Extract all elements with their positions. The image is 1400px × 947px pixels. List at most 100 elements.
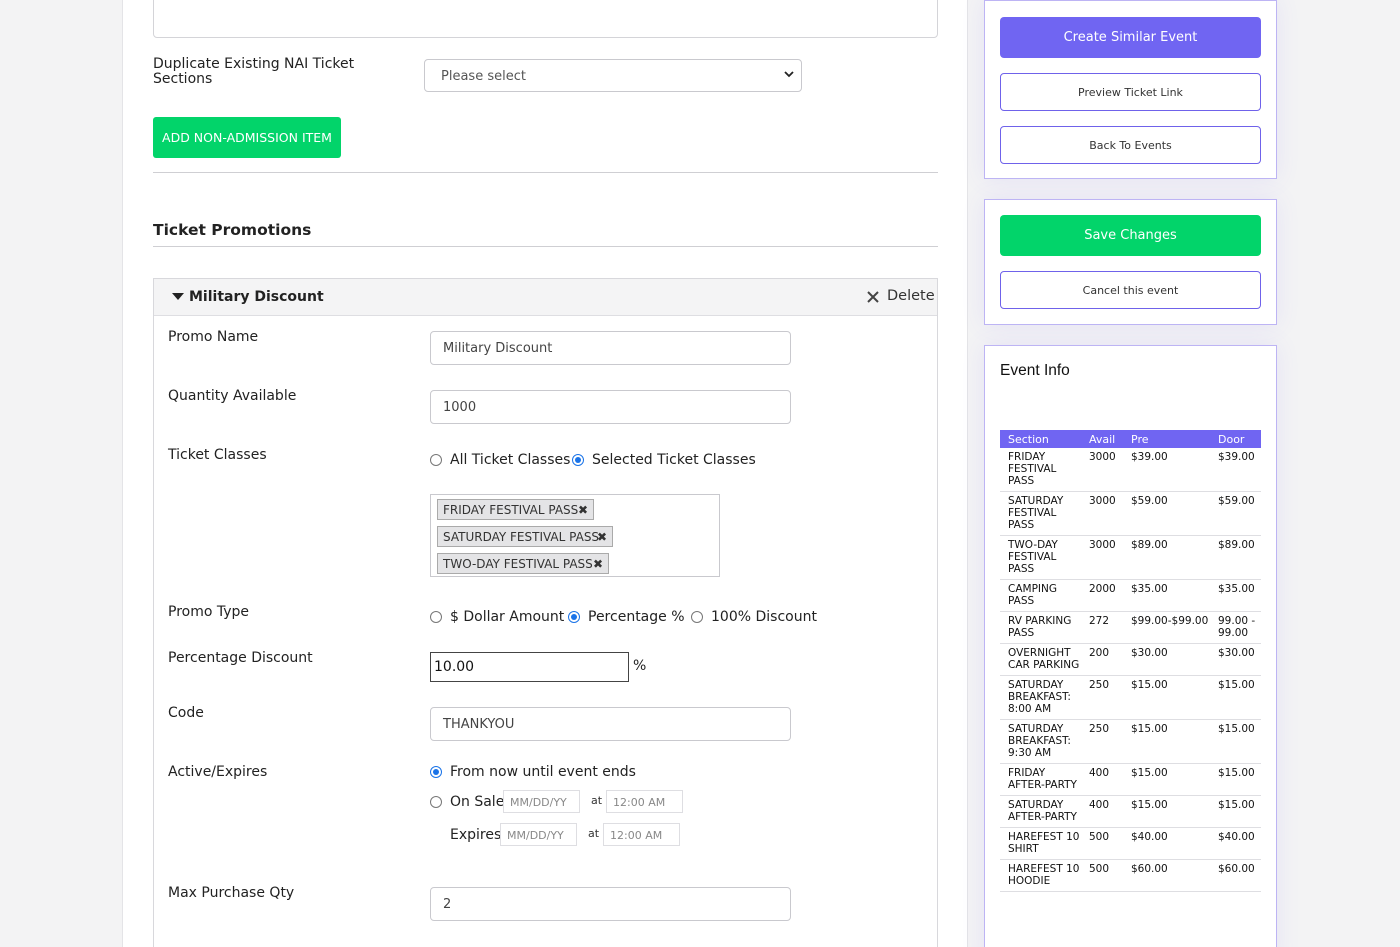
- table-cell: 272: [1081, 611, 1123, 644]
- radio-label-percentage: Percentage %: [588, 609, 685, 625]
- table-cell: SATURDAY AFTER-PARTY: [1000, 795, 1081, 828]
- table-cell: $59.00: [1123, 491, 1210, 536]
- table-cell: 2000: [1081, 579, 1123, 612]
- create-similar-event-button[interactable]: Create Similar Event: [1000, 17, 1261, 58]
- delete-promo-button[interactable]: Delete: [887, 288, 935, 304]
- table-cell: $15.00: [1123, 675, 1210, 720]
- remove-tag-icon[interactable]: ✖: [593, 557, 603, 571]
- table-cell: 500: [1081, 827, 1123, 860]
- event-actions-card: Create Similar Event Preview Ticket Link…: [984, 0, 1277, 179]
- chevron-down-icon: [784, 71, 794, 78]
- code-label: Code: [168, 705, 204, 721]
- at-label: at: [591, 794, 603, 807]
- table-row: FRIDAY FESTIVAL PASS 3000 $39.00 $39.00: [1000, 448, 1261, 492]
- percent-sign: %: [633, 658, 647, 674]
- preview-ticket-link-button[interactable]: Preview Ticket Link: [1000, 73, 1261, 111]
- quantity-input[interactable]: 1000: [430, 390, 791, 424]
- event-info-card: Event Info Section Avail Pre Door FRIDAY…: [984, 345, 1277, 947]
- on-sale-time-input[interactable]: 12:00 AM: [606, 790, 683, 813]
- add-non-admission-item-button[interactable]: ADD NON-ADMISSION ITEM: [153, 117, 341, 158]
- table-cell: $15.00: [1210, 763, 1261, 796]
- back-to-events-button[interactable]: Back To Events: [1000, 126, 1261, 164]
- table-cell: TWO-DAY FESTIVAL PASS: [1000, 535, 1081, 580]
- table-cell: $40.00: [1210, 827, 1261, 860]
- table-cell: 3000: [1081, 535, 1123, 580]
- table-cell: $35.00: [1210, 579, 1261, 612]
- table-cell: FRIDAY AFTER-PARTY: [1000, 763, 1081, 796]
- table-cell: 250: [1081, 675, 1123, 720]
- code-input[interactable]: THANKYOU: [430, 707, 791, 741]
- table-cell: $59.00: [1210, 491, 1261, 536]
- active-expires-label: Active/Expires: [168, 764, 268, 780]
- table-cell: $89.00: [1123, 535, 1210, 580]
- table-cell: SATURDAY BREAKFAST: 8:00 AM: [1000, 675, 1081, 720]
- on-sale-date-input[interactable]: MM/DD/YY: [503, 790, 580, 813]
- table-cell: $15.00: [1210, 675, 1261, 720]
- divider: [153, 246, 938, 247]
- promo-title: Military Discount: [189, 289, 324, 305]
- column-header: Avail: [1081, 430, 1123, 448]
- quantity-label: Quantity Available: [168, 388, 297, 404]
- ticket-class-multiselect[interactable]: FRIDAY FESTIVAL PASS ✖ SATURDAY FESTIVAL …: [430, 494, 720, 577]
- table-cell: $35.00: [1123, 579, 1210, 612]
- select-value: Please select: [441, 69, 526, 84]
- radio-dollar-amount[interactable]: [430, 611, 442, 623]
- table-row: OVERNIGHT CAR PARKING 200 $30.00 $30.00: [1000, 643, 1261, 676]
- radio-label-dollar-amount: $ Dollar Amount: [450, 609, 565, 625]
- table-row: SATURDAY AFTER-PARTY 400 $15.00 $15.00: [1000, 795, 1261, 828]
- table-cell: 400: [1081, 795, 1123, 828]
- table-cell: $39.00: [1123, 448, 1210, 492]
- column-header: Door: [1210, 430, 1261, 448]
- table-cell: $15.00: [1210, 795, 1261, 828]
- expires-date-input[interactable]: MM/DD/YY: [500, 823, 577, 846]
- table-cell: 250: [1081, 719, 1123, 764]
- radio-selected-ticket-classes[interactable]: [572, 454, 584, 466]
- radio-label-selected-ticket-classes: Selected Ticket Classes: [592, 452, 756, 468]
- save-changes-button[interactable]: Save Changes: [1000, 215, 1261, 256]
- radio-active-now[interactable]: [430, 766, 442, 778]
- table-cell: $30.00: [1210, 643, 1261, 676]
- table-cell: OVERNIGHT CAR PARKING: [1000, 643, 1081, 676]
- duplicate-sections-select[interactable]: Please select: [424, 59, 802, 92]
- radio-all-ticket-classes[interactable]: [430, 454, 442, 466]
- max-purchase-qty-label: Max Purchase Qty: [168, 885, 295, 901]
- radio-full-discount[interactable]: [691, 611, 703, 623]
- cancel-event-button[interactable]: Cancel this event: [1000, 271, 1261, 309]
- description-textarea[interactable]: [153, 0, 938, 38]
- max-purchase-qty-input[interactable]: 2: [430, 887, 791, 921]
- table-cell: 200: [1081, 643, 1123, 676]
- table-cell: CAMPING PASS: [1000, 579, 1081, 612]
- table-row: SATURDAY FESTIVAL PASS 3000 $59.00 $59.00: [1000, 491, 1261, 536]
- remove-tag-icon[interactable]: ✖: [597, 530, 607, 544]
- promo-header[interactable]: Military Discount Delete: [154, 279, 937, 316]
- table-row: HAREFEST 10 SHIRT 500 $40.00 $40.00: [1000, 827, 1261, 860]
- table-cell: FRIDAY FESTIVAL PASS: [1000, 448, 1081, 492]
- table-cell: RV PARKING PASS: [1000, 611, 1081, 644]
- table-cell: 3000: [1081, 448, 1123, 492]
- table-cell: 3000: [1081, 491, 1123, 536]
- table-row: FRIDAY AFTER-PARTY 400 $15.00 $15.00: [1000, 763, 1261, 796]
- remove-tag-icon[interactable]: ✖: [578, 503, 588, 517]
- percentage-discount-input[interactable]: 10.00: [430, 652, 629, 682]
- radio-percentage[interactable]: [568, 611, 580, 623]
- table-cell: HAREFEST 10 HOODIE: [1000, 859, 1081, 892]
- percentage-discount-label: Percentage Discount: [168, 650, 313, 666]
- table-cell: $15.00: [1123, 763, 1210, 796]
- ticket-classes-label: Ticket Classes: [168, 447, 267, 463]
- table-cell: HAREFEST 10 SHIRT: [1000, 827, 1081, 860]
- table-cell: $60.00: [1210, 859, 1261, 892]
- promo-name-input[interactable]: Military Discount: [430, 331, 791, 365]
- table-row: SATURDAY BREAKFAST: 9:30 AM 250 $15.00 $15.…: [1000, 719, 1261, 764]
- radio-label-full-discount: 100% Discount: [711, 609, 817, 625]
- radio-on-sale[interactable]: [430, 796, 442, 808]
- expires-time-input[interactable]: 12:00 AM: [603, 823, 680, 846]
- ticket-class-tag: TWO-DAY FESTIVAL PASS ✖: [437, 553, 609, 574]
- close-icon[interactable]: [866, 290, 880, 304]
- promo-name-label: Promo Name: [168, 329, 259, 345]
- radio-label-active-now: From now until event ends: [450, 764, 636, 780]
- table-row: RV PARKING PASS 272 $99.00-$99.00 99.00 - 9…: [1000, 611, 1261, 644]
- table-cell: SATURDAY FESTIVAL PASS: [1000, 491, 1081, 536]
- table-cell: 500: [1081, 859, 1123, 892]
- caret-down-icon[interactable]: [172, 293, 184, 300]
- table-row: HAREFEST 10 HOODIE 500 $60.00 $60.00: [1000, 859, 1261, 892]
